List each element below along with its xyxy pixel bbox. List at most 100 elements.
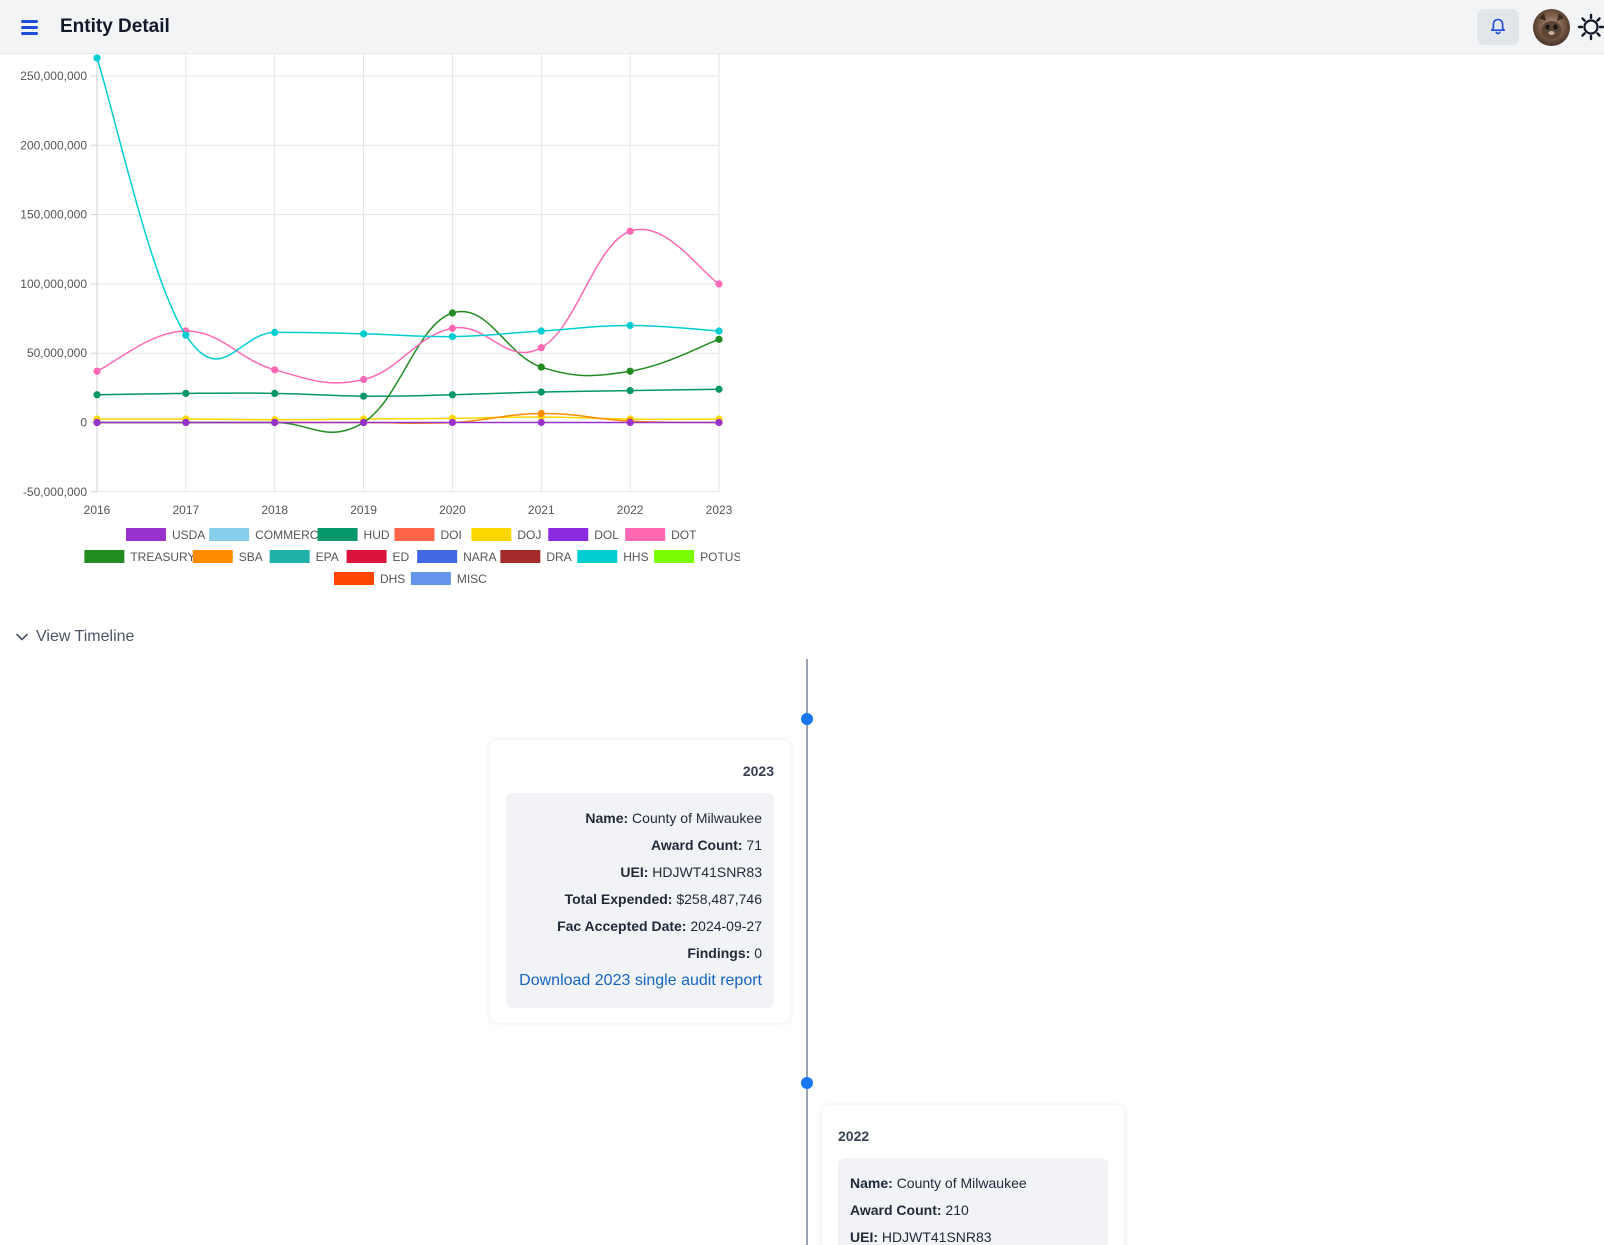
series-line-treasury: [96, 310, 720, 433]
data-point-usda: [93, 418, 101, 427]
legend-swatch-misc: [410, 572, 451, 585]
x-tick-label: 2022: [617, 503, 644, 517]
data-point-hud: [182, 389, 190, 397]
x-tick-label: 2016: [84, 503, 111, 517]
data-point-treasury: [537, 363, 545, 371]
data-point-hud: [626, 387, 634, 395]
theme-toggle-button[interactable]: [1577, 13, 1604, 41]
legend-swatch-treasury: [84, 550, 125, 563]
data-point-usda: [271, 418, 279, 427]
x-tick-label: 2023: [706, 503, 733, 517]
legend-swatch-sba: [192, 550, 233, 563]
legend-label-hhs: HHS: [623, 550, 648, 564]
legend-swatch-hhs: [577, 550, 618, 563]
view-timeline-toggle[interactable]: View Timeline: [16, 628, 134, 646]
legend-swatch-dra: [500, 550, 541, 563]
data-point-hhs: [448, 332, 457, 341]
legend-label-dhs: DHS: [380, 572, 405, 586]
legend-label-usda: USDA: [172, 528, 205, 542]
top-app-bar: Entity Detail: [0, 0, 1604, 54]
chevron-down-icon: [16, 633, 28, 641]
legend-label-dol: DOL: [594, 528, 619, 542]
user-avatar[interactable]: [1533, 9, 1570, 46]
data-point-hud: [537, 388, 545, 396]
y-tick-label: 50,000,000: [27, 346, 87, 360]
notifications-button[interactable]: [1477, 9, 1519, 45]
x-tick-label: 2020: [439, 503, 466, 517]
legend-label-commerce: COMMERCE: [255, 528, 326, 542]
legend-label-sba: SBA: [239, 550, 263, 564]
y-tick-label: 100,000,000: [20, 277, 87, 291]
chart-svg: 250,000,000 200,000,000 150,000,000 100,000…: [20, 54, 741, 586]
data-point-hud: [93, 391, 101, 399]
data-point-dot: [626, 227, 634, 235]
data-point-sba: [537, 409, 545, 418]
data-point-hhs: [626, 321, 634, 330]
data-point-hhs: [715, 327, 723, 335]
data-point-usda: [626, 418, 634, 427]
series-line-hud: [96, 388, 720, 397]
legend-swatch-dhs: [333, 572, 374, 585]
legend-swatch-dot: [625, 528, 666, 541]
data-point-hhs: [93, 54, 101, 62]
data-point-treasury: [715, 335, 723, 343]
timeline-axis: [806, 659, 808, 1245]
series-line-dot: [96, 228, 720, 384]
page-title: Entity Detail: [60, 16, 170, 37]
data-point-dot: [715, 280, 723, 288]
hamburger-menu-icon[interactable]: [18, 16, 42, 38]
x-tick-label: 2017: [173, 503, 200, 517]
card-details: Name: County of Milwaukee Award Count: 2…: [838, 1158, 1108, 1245]
legend-label-dra: DRA: [546, 550, 571, 564]
legend-swatch-doi: [394, 528, 435, 541]
data-point-hud: [448, 391, 457, 399]
view-timeline-label: View Timeline: [36, 628, 135, 645]
data-point-hud: [359, 392, 368, 400]
data-point-usda: [448, 418, 457, 427]
total-expended-field: Total Expended: $258,487,746: [564, 891, 762, 907]
legend-swatch-usda: [125, 528, 166, 541]
card-details: Name: County of Milwaukee Award Count: 7…: [506, 793, 774, 1008]
legend-label-doj: DOJ: [517, 528, 541, 542]
entity-name-field: Name: County of Milwaukee: [585, 810, 762, 826]
y-tick-label: -50,000,000: [23, 485, 87, 499]
data-point-dot: [271, 366, 279, 374]
data-point-hhs: [537, 327, 545, 335]
data-point-dot: [93, 367, 101, 375]
legend-swatch-ed: [346, 550, 387, 563]
y-tick-label: 250,000,000: [20, 69, 87, 83]
legend-swatch-nara: [417, 550, 458, 563]
funding-by-agency-line-chart: 250,000,000 200,000,000 150,000,000 100,000…: [0, 54, 741, 599]
data-point-hhs: [271, 328, 279, 337]
legend-label-dot: DOT: [671, 528, 697, 542]
legend-swatch-doj: [471, 528, 512, 541]
timeline-card-2023: 2023 Name: County of Milwaukee Award Cou…: [490, 740, 790, 1023]
data-point-usda: [182, 418, 190, 427]
data-point-hhs: [359, 330, 368, 338]
timeline-dot-2023: [801, 713, 813, 725]
legend-swatch-hud: [317, 528, 358, 541]
y-tick-label: 150,000,000: [20, 208, 87, 222]
legend-swatch-dol: [548, 528, 589, 541]
award-count-field: Award Count: 210: [850, 1202, 969, 1218]
y-tick-label: 0: [80, 416, 87, 430]
legend-label-hud: HUD: [364, 528, 390, 542]
data-point-usda: [715, 418, 723, 427]
legend-label-misc: MISC: [457, 572, 487, 586]
findings-field: Findings: 0: [687, 945, 762, 961]
legend-label-doi: DOI: [440, 528, 461, 542]
x-tick-label: 2019: [350, 503, 377, 517]
data-point-dot: [537, 344, 545, 352]
legend-swatch-potus: [654, 550, 695, 563]
series-line-hhs: [96, 57, 720, 360]
x-tick-label: 2018: [261, 503, 288, 517]
legend-swatch-commerce: [209, 528, 250, 541]
data-point-treasury: [448, 309, 457, 317]
legend-label-epa: EPA: [316, 550, 339, 564]
data-point-dot: [359, 375, 368, 384]
legend-label-potus: POTUS: [700, 550, 740, 564]
download-audit-report-link[interactable]: Download 2023 single audit report: [519, 972, 762, 990]
bell-icon: [1491, 18, 1505, 35]
data-point-usda: [537, 418, 545, 427]
sun-icon: [1577, 13, 1604, 41]
